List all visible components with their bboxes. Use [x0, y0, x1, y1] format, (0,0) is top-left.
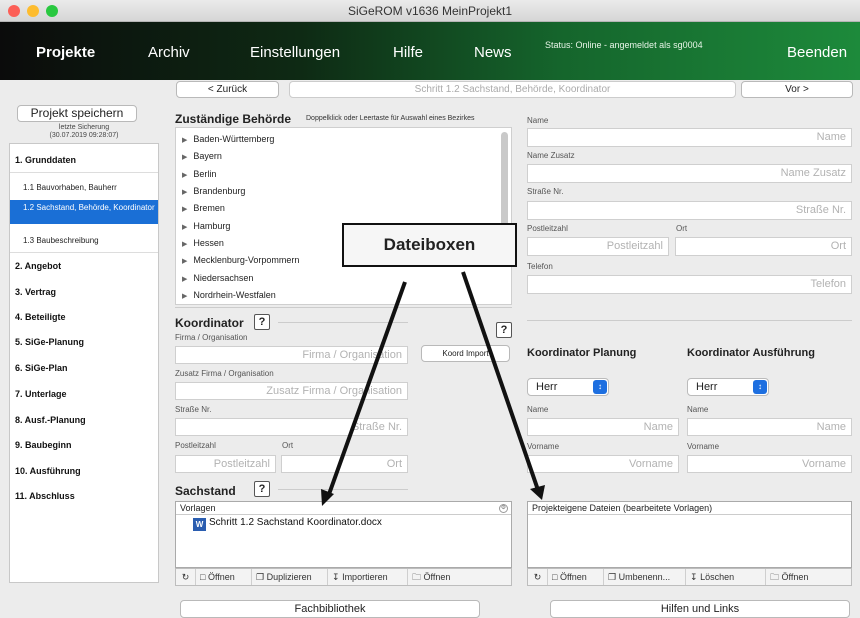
callout-arrowhead-right	[530, 485, 545, 500]
callout-arrow-right	[461, 271, 540, 491]
callout-arrow-left	[326, 281, 407, 498]
callout-arrows	[321, 271, 545, 506]
dateiboxen-callout: Dateiboxen	[342, 223, 517, 267]
